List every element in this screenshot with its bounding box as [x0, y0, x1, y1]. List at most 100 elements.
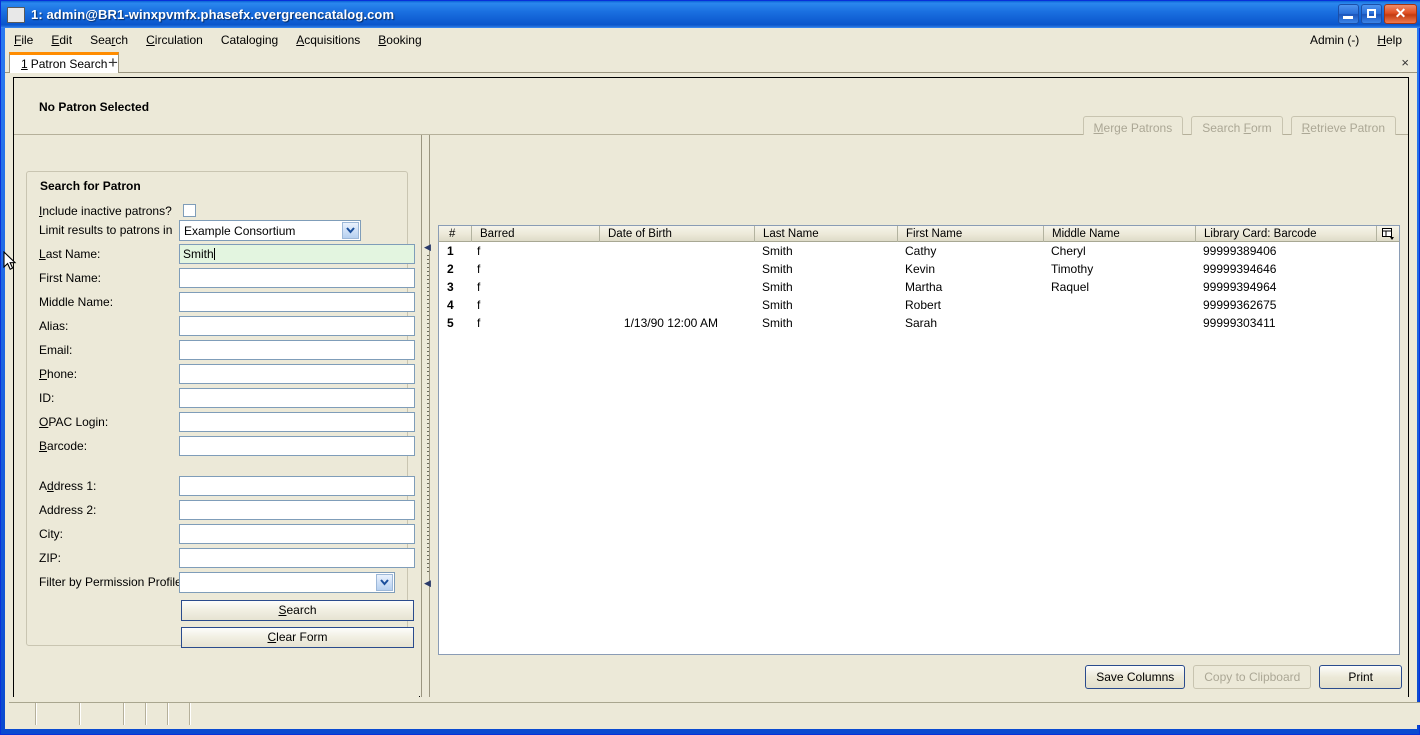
print-button[interactable]: Print: [1319, 665, 1402, 689]
label-phone: Phone:: [39, 367, 78, 381]
splitter-collapse-right-icon[interactable]: ◀: [424, 579, 432, 588]
col-header-barred[interactable]: Barred: [471, 225, 599, 242]
cell-last-name: Smith: [762, 262, 793, 276]
col-header-dob[interactable]: Date of Birth: [599, 225, 754, 242]
app-icon: [7, 6, 25, 23]
new-tab-button[interactable]: +: [103, 53, 123, 72]
menu-file[interactable]: File: [5, 30, 42, 50]
last-name-input[interactable]: Smith: [179, 244, 415, 264]
chevron-down-icon-2[interactable]: [376, 574, 393, 591]
save-columns-button[interactable]: Save Columns: [1085, 665, 1186, 689]
cell-dob: [599, 278, 754, 296]
cell-barred: f: [477, 280, 481, 294]
cell-dob: [599, 242, 754, 260]
cell-number: 2: [447, 262, 454, 276]
cell-dob: 1/13/90 12:00 AM: [623, 316, 718, 330]
col-header-last-name[interactable]: Last Name: [754, 225, 897, 242]
cell-barred: f: [477, 298, 481, 312]
splitter-grip[interactable]: [427, 255, 429, 575]
search-button[interactable]: Search: [181, 600, 414, 621]
phone-input[interactable]: [179, 364, 415, 384]
close-button[interactable]: [1384, 4, 1417, 24]
copy-to-clipboard-button[interactable]: Copy to Clipboard: [1193, 665, 1312, 689]
menu-cataloging[interactable]: Cataloging: [212, 30, 287, 50]
menu-acquisitions[interactable]: Acquisitions: [287, 30, 369, 50]
window-title: 1: admin@BR1-winxpvmfx.phasefx.evergreen…: [31, 7, 395, 22]
chevron-down-icon[interactable]: [342, 222, 359, 239]
menu-circulation[interactable]: Circulation: [137, 30, 212, 50]
client-area: File Edit Search Circulation Cataloging …: [5, 28, 1420, 729]
column-picker-icon[interactable]: [1376, 226, 1399, 242]
opac-login-input[interactable]: [179, 412, 415, 432]
menu-admin[interactable]: Admin (-): [1301, 30, 1368, 50]
first-name-input[interactable]: [179, 268, 415, 288]
cell-first-name: Cathy: [905, 244, 937, 258]
close-tab-icon[interactable]: ×: [1401, 55, 1409, 70]
splitter-collapse-left-icon[interactable]: ◀: [424, 243, 432, 252]
cell-dob: [599, 260, 754, 278]
tab-strip: 1 Patron Search + ×: [5, 51, 1417, 73]
menu-booking[interactable]: Booking: [369, 30, 430, 50]
table-row[interactable]: 5 f 1/13/90 12:00 AM Smith Sarah 9999930…: [439, 314, 1399, 332]
cell-last-name: Smith: [762, 316, 793, 330]
email-input[interactable]: [179, 340, 415, 360]
cell-number: 1: [447, 244, 454, 258]
minimize-button[interactable]: [1338, 4, 1359, 24]
col-header-library-card[interactable]: Library Card: Barcode: [1195, 225, 1375, 242]
id-input[interactable]: [179, 388, 415, 408]
search-panel: Search for Patron Include inactive patro…: [14, 135, 419, 697]
status-cell-4: [125, 703, 147, 725]
tab-label: Patron Search: [30, 57, 108, 71]
zip-input[interactable]: [179, 548, 415, 568]
cell-first-name: Robert: [905, 298, 942, 312]
cell-middle-name: Timothy: [1051, 262, 1094, 276]
cell-number: 3: [447, 280, 454, 294]
table-row[interactable]: 4 f Smith Robert 99999362675: [439, 296, 1399, 314]
label-zip: ZIP:: [39, 551, 62, 565]
menu-help[interactable]: Help: [1368, 30, 1411, 50]
clear-form-button[interactable]: Clear Form: [181, 627, 414, 648]
table-row[interactable]: 1 f Smith Cathy Cheryl 99999389406: [439, 242, 1399, 260]
label-barcode: Barcode:: [39, 439, 88, 453]
menu-bar: File Edit Search Circulation Cataloging …: [5, 28, 1417, 51]
col-header-first-name[interactable]: First Name: [897, 225, 1043, 242]
cell-barcode: 99999362675: [1203, 298, 1277, 312]
city-input[interactable]: [179, 524, 415, 544]
col-header-number[interactable]: #: [439, 226, 471, 242]
barcode-input[interactable]: [179, 436, 415, 456]
main-content-panel: No Patron Selected Merge Patrons Search …: [13, 77, 1409, 697]
address-1-input[interactable]: [179, 476, 415, 496]
cell-first-name: Kevin: [905, 262, 936, 276]
menu-search[interactable]: Search: [81, 30, 137, 50]
col-header-middle-name[interactable]: Middle Name: [1043, 225, 1195, 242]
table-row[interactable]: 2 f Smith Kevin Timothy 99999394646: [439, 260, 1399, 278]
cell-barred: f: [477, 316, 481, 330]
address-2-input[interactable]: [179, 500, 415, 520]
cell-middle-name: Cheryl: [1051, 244, 1086, 258]
status-bar: [9, 702, 1420, 725]
label-address-1: Address 1:: [39, 479, 97, 493]
status-cell-1: [9, 703, 37, 725]
cell-first-name: Sarah: [905, 316, 938, 330]
label-permission-profile: Filter by Permission Profile:: [39, 575, 186, 589]
include-inactive-checkbox[interactable]: [183, 204, 196, 217]
maximize-button[interactable]: [1361, 4, 1382, 24]
results-grid-body: 1 f Smith Cathy Cheryl 99999389406 2 f S…: [439, 242, 1399, 654]
cell-last-name: Smith: [762, 298, 793, 312]
permission-profile-select[interactable]: [179, 572, 395, 593]
status-cell-5: [147, 703, 169, 725]
label-limit-results: Limit results to patrons in: [39, 223, 173, 237]
menu-edit[interactable]: Edit: [42, 30, 81, 50]
table-row[interactable]: 3 f Smith Martha Raquel 99999394964: [439, 278, 1399, 296]
status-cell-3: [81, 703, 125, 725]
patron-status-title: No Patron Selected: [39, 100, 150, 114]
menu-bar-right: Admin (-) Help: [1301, 28, 1411, 51]
cell-barcode: 99999394964: [1203, 280, 1277, 294]
panel-splitter[interactable]: ◀ ◀: [420, 135, 436, 697]
cell-number: 4: [447, 298, 454, 312]
limit-results-select[interactable]: Example Consortium: [179, 220, 361, 241]
alias-input[interactable]: [179, 316, 415, 336]
results-grid-header: # Barred Date of Birth Last Name First N…: [438, 225, 1400, 242]
middle-name-input[interactable]: [179, 292, 415, 312]
cell-barred: f: [477, 244, 481, 258]
